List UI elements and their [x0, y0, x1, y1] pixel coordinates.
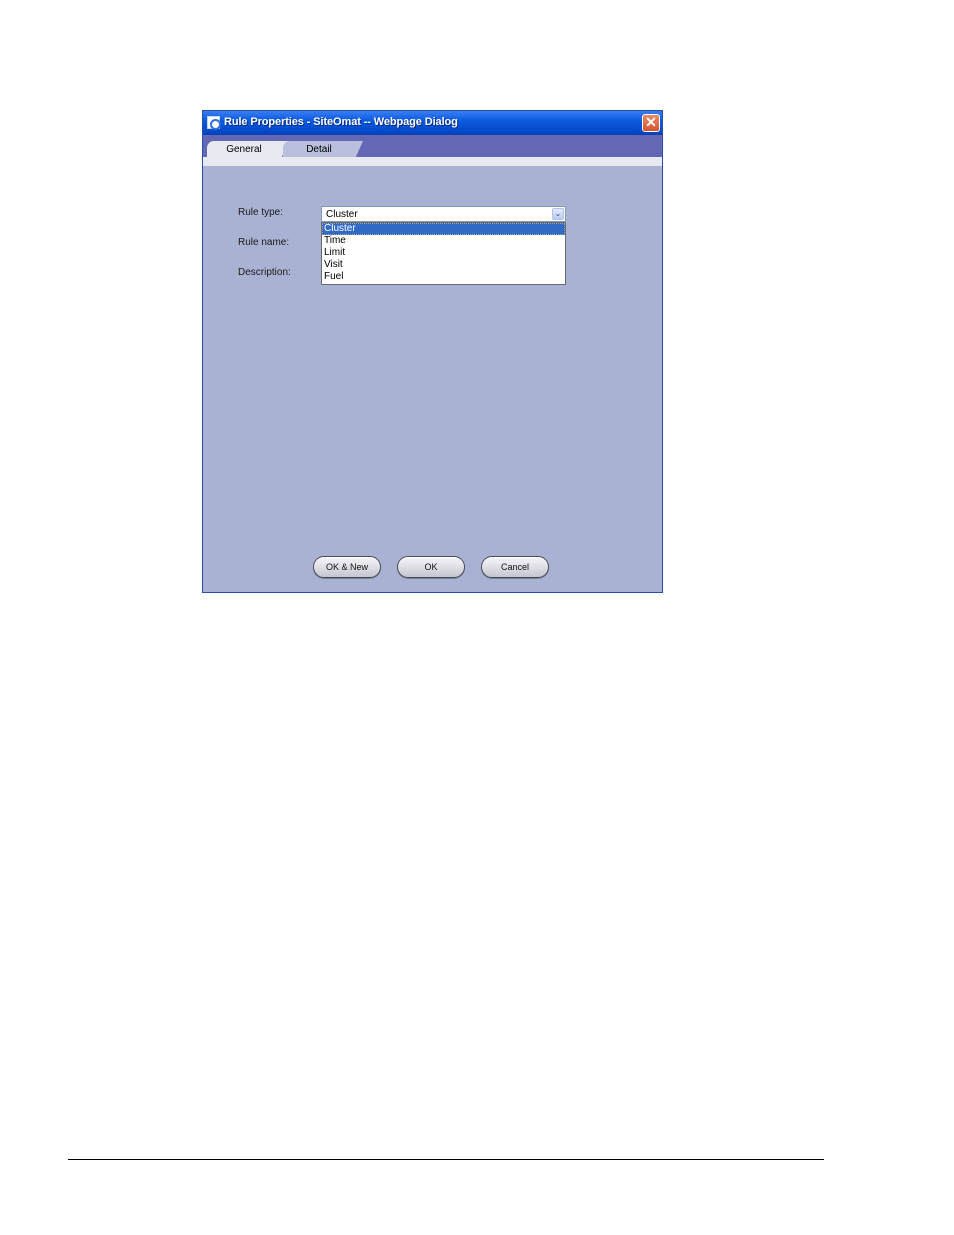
chevron-down-icon[interactable]: ⌄ [552, 208, 564, 220]
rule-type-value: Cluster [326, 209, 358, 220]
page-footer-rule [68, 1159, 824, 1160]
rule-type-label: Rule type: [238, 207, 284, 218]
title-bar[interactable]: Rule Properties - SiteOmat -- Webpage Di… [203, 111, 662, 135]
window-title: Rule Properties - SiteOmat -- Webpage Di… [224, 116, 458, 128]
rule-name-label: Rule name: [238, 237, 290, 248]
rule-type-dropdown-list: Cluster Time Limit Visit Fuel [321, 222, 566, 285]
tab-panel-header [203, 157, 662, 166]
option-fuel[interactable]: Fuel [322, 271, 565, 283]
ok-button[interactable]: OK [397, 556, 465, 578]
option-limit[interactable]: Limit [322, 247, 565, 259]
option-time[interactable]: Time [322, 235, 565, 247]
rule-type-select[interactable]: Cluster ⌄ [321, 206, 566, 222]
cancel-button[interactable]: Cancel [481, 556, 549, 578]
rule-properties-dialog: Rule Properties - SiteOmat -- Webpage Di… [202, 110, 663, 593]
close-button[interactable]: ✕ [642, 114, 660, 132]
ok-and-new-button[interactable]: OK & New [313, 556, 381, 578]
option-cluster[interactable]: Cluster [322, 223, 565, 235]
option-visit[interactable]: Visit [322, 259, 565, 271]
tab-strip: General Detail [203, 135, 662, 159]
description-label: Description: [238, 267, 291, 278]
ie-app-icon [207, 116, 221, 130]
